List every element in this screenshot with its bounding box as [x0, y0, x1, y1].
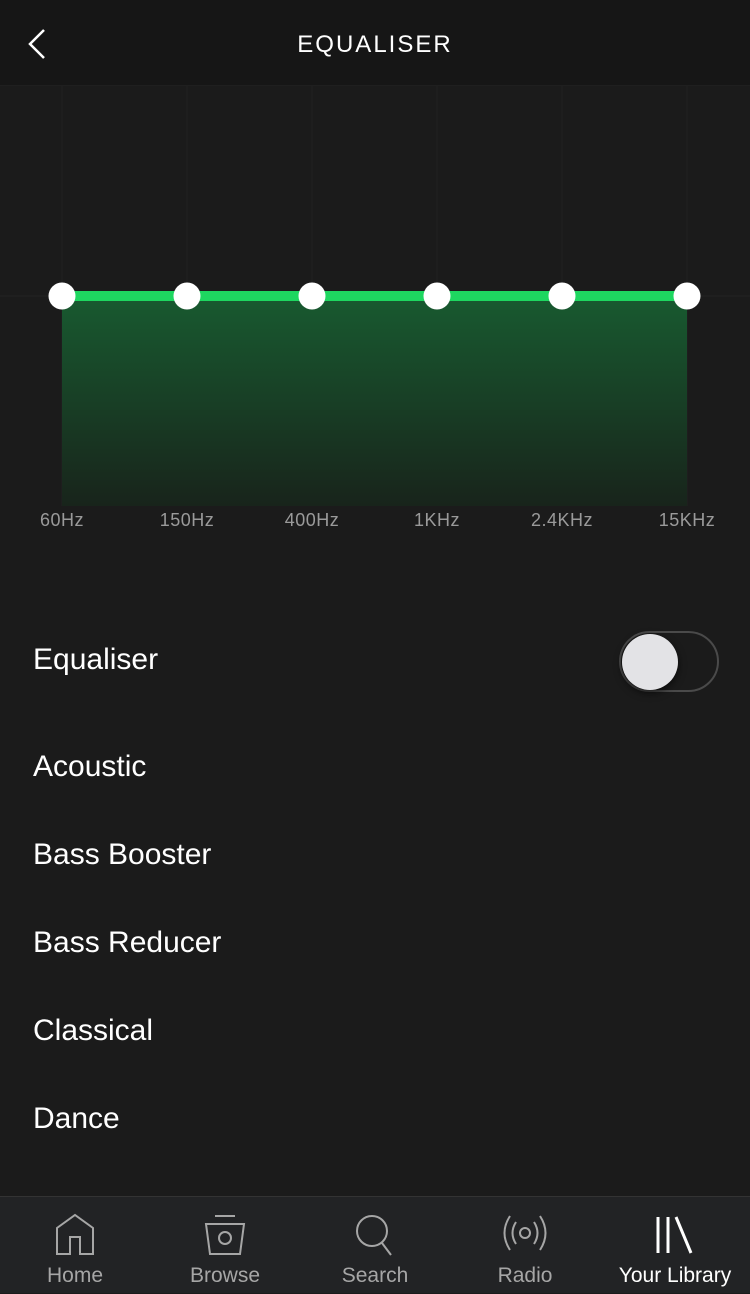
- preset-bass-booster[interactable]: Bass Booster: [33, 838, 211, 872]
- nav-search[interactable]: Search: [300, 1197, 450, 1294]
- nav-browse[interactable]: Browse: [150, 1197, 300, 1294]
- page-title: EQUALISER: [297, 31, 453, 58]
- library-icon: [656, 1216, 693, 1254]
- nav-home[interactable]: Home: [0, 1197, 150, 1294]
- toggle-knob[interactable]: [622, 634, 678, 690]
- header: EQUALISER: [0, 0, 750, 86]
- browse-icon: [204, 1215, 246, 1255]
- nav-label: Radio: [497, 1264, 553, 1287]
- nav-radio[interactable]: Radio: [450, 1197, 600, 1294]
- preset-dance[interactable]: Dance: [33, 1102, 120, 1136]
- frequency-label: 15KHz: [658, 510, 716, 530]
- equaliser-chart[interactable]: [0, 86, 750, 506]
- nav-your-library[interactable]: Your Library: [600, 1197, 750, 1294]
- equaliser-toggle[interactable]: [619, 631, 719, 692]
- band-handle[interactable]: [298, 282, 326, 310]
- preset-acoustic[interactable]: Acoustic: [33, 750, 146, 784]
- frequency-label: 2.4KHz: [530, 510, 594, 530]
- frequency-label: 60Hz: [39, 510, 85, 530]
- band-handle[interactable]: [548, 282, 576, 310]
- band-handle[interactable]: [423, 282, 451, 310]
- frequency-label: 150Hz: [159, 510, 215, 530]
- bottom-nav: Home Browse Search Radio Your Library: [0, 1196, 750, 1293]
- equaliser-label: Equaliser: [33, 643, 159, 676]
- frequency-label: 400Hz: [284, 510, 340, 530]
- nav-label: Browse: [189, 1264, 261, 1287]
- equaliser-graph[interactable]: [0, 86, 750, 506]
- nav-label: Home: [46, 1264, 104, 1287]
- search-icon: [356, 1215, 392, 1256]
- band-handle[interactable]: [173, 282, 201, 310]
- radio-icon: [503, 1215, 547, 1251]
- preset-bass-reducer[interactable]: Bass Reducer: [33, 926, 221, 960]
- home-icon: [56, 1213, 94, 1255]
- nav-label: Your Library: [618, 1264, 732, 1287]
- eq-fill: [62, 296, 687, 506]
- band-handle[interactable]: [48, 282, 76, 310]
- frequency-label: 1KHz: [413, 510, 461, 530]
- preset-classical[interactable]: Classical: [33, 1014, 153, 1048]
- band-handle[interactable]: [673, 282, 701, 310]
- nav-label: Search: [341, 1264, 409, 1287]
